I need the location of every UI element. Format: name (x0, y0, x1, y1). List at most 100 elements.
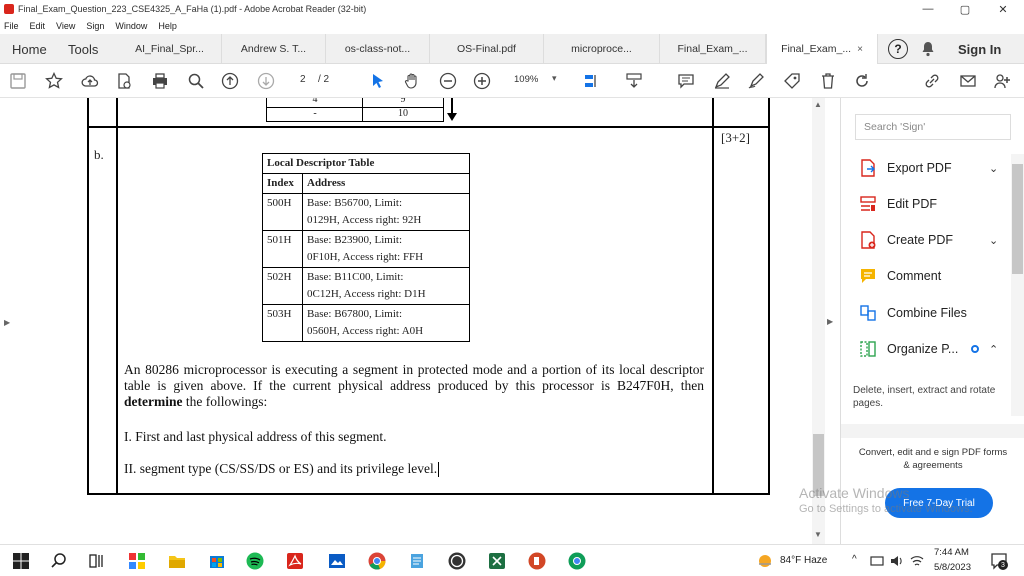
rotate-icon[interactable] (852, 71, 872, 91)
weather-text[interactable]: 84°F Haze (780, 555, 827, 566)
doc-tab-3[interactable]: os-class-not... (326, 34, 430, 64)
tab-home[interactable]: Home (12, 34, 47, 64)
tool-create-pdf[interactable]: Create PDF ⌄ (859, 229, 1009, 251)
tools-scrollbar[interactable] (1011, 154, 1024, 416)
bell-icon[interactable] (920, 41, 936, 57)
chrome-profile-icon[interactable] (568, 552, 586, 570)
help-icon[interactable]: ? (888, 39, 908, 59)
page-number-input[interactable]: 2 (300, 74, 306, 85)
highlight-pen-icon[interactable] (712, 71, 732, 91)
doc-tab-active[interactable]: Final_Exam_... × (766, 34, 878, 64)
paragraph-text: An 80286 microprocessor is executing a s… (124, 362, 704, 393)
next-page-icon[interactable] (256, 71, 276, 91)
tray-chevron-icon[interactable]: ^ (852, 554, 857, 565)
scroll-down-icon[interactable]: ▼ (814, 530, 822, 539)
taskbar-app-icon[interactable] (128, 552, 146, 570)
search-icon[interactable] (186, 71, 206, 91)
doc-tab-5[interactable]: microproce... (544, 34, 660, 64)
document-scrollbar[interactable]: ▲ ▼ (812, 98, 825, 544)
cloud-upload-icon[interactable] (80, 71, 100, 91)
prev-page-icon[interactable] (220, 71, 240, 91)
save-icon[interactable] (8, 71, 28, 91)
ldt-address-line: Base: B56700, Limit: (307, 197, 403, 209)
network-icon[interactable] (870, 554, 884, 568)
stamp-icon[interactable] (782, 71, 802, 91)
windows-start-icon[interactable] (12, 552, 30, 570)
notification-icon[interactable]: 3 (990, 552, 1008, 570)
tool-edit-pdf[interactable]: Edit PDF (859, 193, 1009, 215)
zoom-level[interactable]: 109% (514, 74, 538, 85)
tool-label: Organize P... (887, 342, 959, 356)
menu-help[interactable]: Help (158, 21, 177, 31)
ldt-address-line: Base: B23900, Limit: (307, 234, 403, 246)
print-icon[interactable] (150, 71, 170, 91)
tools-scrollbar-thumb[interactable] (1012, 164, 1023, 274)
powerpoint-icon[interactable] (528, 552, 546, 570)
menu-sign[interactable]: Sign (86, 21, 104, 31)
volume-icon[interactable] (890, 554, 904, 568)
store-icon[interactable] (208, 552, 226, 570)
tab-row: Home Tools AI_Final_Spr... Andrew S. T..… (0, 34, 1024, 64)
close-window-button[interactable]: ✕ (983, 0, 1023, 18)
page-display-icon[interactable] (582, 71, 602, 91)
clock-date[interactable]: 5/8/2023 (934, 562, 971, 573)
tool-combine-files[interactable]: Combine Files (859, 302, 1009, 324)
notepad-icon[interactable] (408, 552, 426, 570)
tools-search-input[interactable]: Search 'Sign' (855, 114, 1011, 140)
tab-tools[interactable]: Tools (68, 34, 98, 64)
add-user-icon[interactable] (992, 71, 1012, 91)
right-panel-toggle-icon[interactable]: ▶ (827, 317, 833, 326)
zoom-dropdown-icon[interactable]: ▾ (552, 73, 557, 84)
delete-icon[interactable] (818, 71, 838, 91)
tool-comment[interactable]: Comment (859, 265, 1009, 287)
hand-tool-icon[interactable] (402, 71, 422, 91)
document-view[interactable]: ▶ 4 - 9 10 [3+2] b. Local Descriptor Tab… (0, 98, 840, 544)
tool-organize-pages[interactable]: Organize P... ⌃ (859, 338, 1009, 360)
table-border-col1 (116, 98, 118, 495)
activate-windows-watermark: Activate Windows Go to Settings to activ… (799, 485, 973, 515)
weather-icon[interactable] (756, 552, 774, 570)
menu-edit[interactable]: Edit (30, 21, 46, 31)
doc-tab-4[interactable]: OS-Final.pdf (430, 34, 544, 64)
chevron-up-icon[interactable]: ⌃ (989, 343, 998, 356)
menu-view[interactable]: View (56, 21, 75, 31)
excel-icon[interactable] (488, 552, 506, 570)
zoom-out-icon[interactable] (438, 71, 458, 91)
zoom-in-icon[interactable] (472, 71, 492, 91)
doc-tab-2[interactable]: Andrew S. T... (222, 34, 326, 64)
chevron-down-icon[interactable]: ⌄ (989, 234, 998, 247)
ldt-address: Base: B67800, Limit: 0560H, Access right:… (302, 304, 470, 342)
select-cursor-icon[interactable] (368, 71, 388, 91)
star-icon[interactable] (44, 71, 64, 91)
file-explorer-icon[interactable] (168, 552, 186, 570)
taskbar-search-icon[interactable] (50, 552, 68, 570)
link-share-icon[interactable] (922, 71, 942, 91)
acrobat-taskbar-icon[interactable] (286, 552, 304, 570)
spotify-icon[interactable] (246, 552, 264, 570)
doc-tab-6[interactable]: Final_Exam_... (660, 34, 766, 64)
left-panel-toggle-icon[interactable]: ▶ (4, 318, 10, 327)
chrome-icon[interactable] (368, 552, 386, 570)
comment-icon[interactable] (676, 71, 696, 91)
minimize-button[interactable]: — (908, 0, 948, 18)
create-file-icon[interactable] (114, 71, 134, 91)
menu-window[interactable]: Window (115, 21, 147, 31)
close-tab-icon[interactable]: × (857, 44, 863, 55)
task-view-icon[interactable] (88, 552, 106, 570)
clock-time[interactable]: 7:44 AM (934, 547, 969, 558)
ldt-address-line: 0129H, Access right: 92H (307, 214, 422, 226)
menu-file[interactable]: File (4, 21, 19, 31)
scroll-mode-icon[interactable] (624, 71, 644, 91)
restore-button[interactable]: ▢ (945, 0, 985, 18)
wifi-icon[interactable] (910, 554, 924, 568)
whatsapp-icon[interactable] (448, 552, 466, 570)
scroll-up-icon[interactable]: ▲ (814, 100, 822, 109)
sign-in-button[interactable]: Sign In (958, 34, 1001, 64)
draw-icon[interactable] (746, 71, 766, 91)
ldt-address: Base: B11C00, Limit: 0C12H, Access right:… (302, 267, 470, 305)
photos-icon[interactable] (328, 552, 346, 570)
tool-export-pdf[interactable]: Export PDF ⌄ (859, 157, 1009, 179)
chevron-down-icon[interactable]: ⌄ (989, 162, 998, 175)
doc-tab-1[interactable]: AI_Final_Spr... (118, 34, 222, 64)
email-icon[interactable] (958, 71, 978, 91)
